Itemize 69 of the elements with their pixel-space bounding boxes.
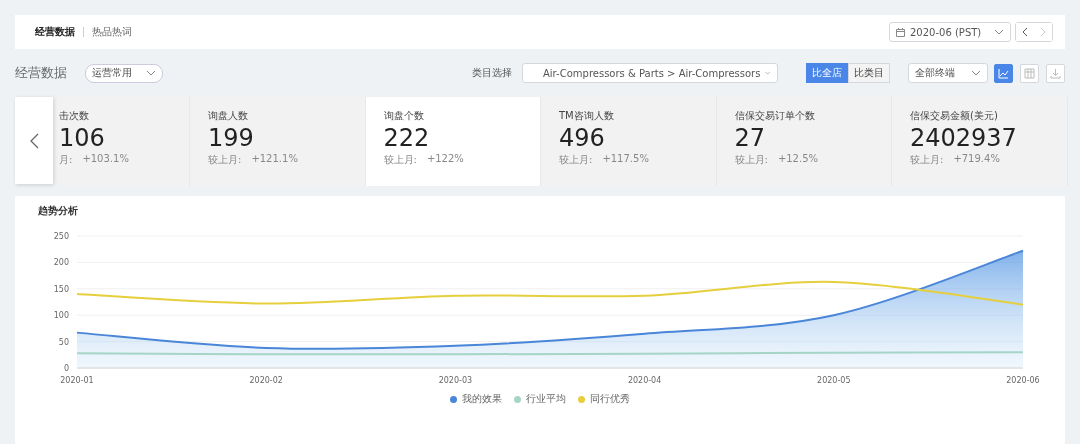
metric-value: 27	[734, 123, 766, 153]
chevron-down-icon	[994, 29, 1004, 35]
view-button[interactable]	[994, 63, 1013, 83]
top-tab[interactable]: 经营数据	[27, 25, 83, 39]
y-axis-label: 100	[53, 311, 69, 321]
category-label: 类目选择	[472, 66, 512, 80]
metric-value: 222	[383, 123, 430, 153]
metric-card[interactable]: 信保交易金额(美元) 2402937 较上月: +719.4%	[892, 97, 1068, 186]
legend-item[interactable]: 我的效果	[450, 392, 502, 406]
y-axis-label: 150	[53, 284, 69, 294]
top-tab[interactable]: 热品热词	[84, 25, 140, 39]
x-axis-label: 2020-02	[249, 376, 283, 385]
x-axis-label: 2020-04	[627, 376, 662, 385]
y-axis-label: 250	[53, 232, 69, 241]
chevron-down-icon	[765, 70, 771, 76]
compare-label: 较上月:	[208, 153, 242, 167]
metric-value: 106	[59, 123, 105, 153]
line-chart-icon	[998, 67, 1009, 79]
metric-label: 询盘人数	[208, 109, 248, 123]
metric-card[interactable]: 询盘人数 199 较上月: +121.1%	[190, 97, 366, 186]
category-select[interactable]: Air-Compressors & Parts > Air-Compressors	[522, 63, 778, 83]
metric-value: 2402937	[910, 123, 1017, 153]
change-value: +12.5%	[777, 153, 819, 166]
change-value: +117.5%	[602, 153, 649, 166]
compare-label: 较上月:	[383, 153, 417, 167]
legend-item[interactable]: 行业平均	[514, 392, 566, 406]
download-icon	[1050, 67, 1061, 79]
metric-card[interactable]: 询盘个数 222 较上月: +122%	[365, 97, 541, 186]
y-axis-label: 0	[63, 364, 69, 373]
chevron-left-icon	[1022, 27, 1028, 37]
metric-label: 击次数	[59, 109, 89, 123]
date-select[interactable]: 2020-06 (PST)	[889, 22, 1011, 42]
compare-toggle[interactable]: 比全店	[806, 63, 848, 83]
x-axis-label: 2020-06	[1006, 376, 1040, 385]
preset-select[interactable]: 运营常用	[85, 63, 163, 83]
change-value: +121.1%	[251, 153, 298, 166]
chevron-down-icon	[146, 70, 156, 76]
chart-title: 趋势分析	[38, 204, 79, 218]
metric-value: 199	[208, 123, 254, 153]
chevron-left-icon	[29, 132, 39, 149]
section-title: 经营数据	[15, 64, 67, 82]
compare-label: 较上月:	[559, 153, 593, 167]
metric-label: 信保交易金额(美元)	[910, 109, 998, 123]
y-axis-label: 50	[58, 337, 69, 347]
metric-card[interactable]: 击次数 106 月: +103.1%	[53, 97, 190, 186]
terminal-select[interactable]: 全部终端	[908, 63, 988, 83]
metric-card[interactable]: 信保交易订单个数 27 较上月: +12.5%	[716, 97, 892, 186]
x-axis-label: 2020-01	[60, 376, 94, 385]
change-value: +719.4%	[953, 153, 1000, 166]
metric-label: 询盘个数	[383, 109, 424, 123]
calendar-icon	[896, 27, 905, 37]
carousel-previous-button[interactable]	[15, 97, 53, 184]
metric-value: 496	[559, 123, 605, 153]
chevron-down-icon	[971, 70, 981, 76]
x-axis-label: 2020-03	[438, 376, 473, 385]
metric-label: TM咨询人数	[559, 109, 614, 123]
columns-icon	[1024, 67, 1035, 79]
chevron-right-icon	[1040, 27, 1046, 37]
compare-label: 月:	[59, 153, 73, 167]
legend-item[interactable]: 同行优秀	[578, 392, 630, 406]
metric-label: 信保交易订单个数	[734, 109, 815, 123]
y-axis-label: 200	[53, 258, 69, 268]
compare-label: 较上月:	[734, 153, 768, 167]
x-axis-label: 2020-05	[817, 376, 851, 385]
metric-card[interactable]: TM咨询人数 496 较上月: +117.5%	[541, 97, 717, 186]
compare-toggle[interactable]: 比类目	[848, 63, 890, 83]
change-value: +122%	[426, 153, 464, 166]
compare-label: 较上月:	[910, 153, 944, 167]
change-value: +103.1%	[82, 153, 129, 166]
